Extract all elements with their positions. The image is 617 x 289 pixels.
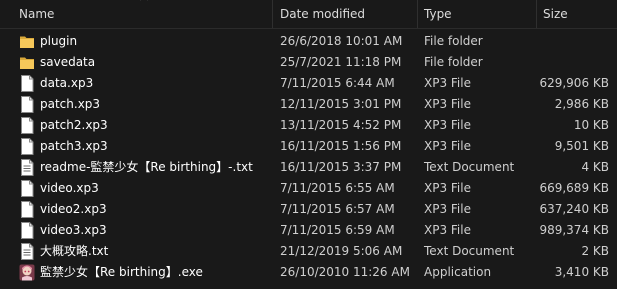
file-size: 637,240 KB [539,202,609,216]
file-name: 大概攻略.txt [40,244,109,258]
file-icon [19,75,35,92]
file-date-modified: 7/11/2015 6:57 AM [280,202,395,216]
file-name: patch.xp3 [40,97,101,111]
column-header-bar: Name Date modified Type Size [0,0,617,29]
file-size: 989,374 KB [539,223,609,237]
file-name: patch3.xp3 [40,139,108,153]
file-size: 3,410 KB [554,265,609,279]
file-type: XP3 File [424,76,471,90]
column-divider[interactable] [272,0,273,28]
file-type: XP3 File [424,181,471,195]
file-size: 669,689 KB [539,181,609,195]
file-type: XP3 File [424,97,471,111]
file-size: 10 KB [573,118,609,132]
file-icon [19,117,35,134]
file-row[interactable]: savedata 25/7/2021 11:18 PM File folder [0,52,617,73]
file-explorer: Name Date modified Type Size plugin 26/6/… [0,0,617,289]
file-date-modified: 21/12/2019 5:06 AM [280,244,403,258]
file-type: Text Document [424,160,515,174]
file-type: Text Document [424,244,515,258]
file-name: savedata [40,55,96,69]
sort-ascending-icon[interactable] [139,0,149,1]
file-icon [19,222,35,239]
folder-icon [19,54,35,71]
file-row[interactable]: patch.xp3 12/11/2015 3:01 PM XP3 File 2,986… [0,94,617,115]
file-date-modified: 7/11/2015 6:59 AM [280,223,395,237]
column-header-type[interactable]: Type [424,0,452,28]
file-row[interactable]: 大概攻略.txt 21/12/2019 5:06 AM Text Document 2… [0,241,617,262]
file-name: 監禁少女【Re birthing】.exe [40,265,203,279]
file-row[interactable]: video3.xp3 7/11/2015 6:59 AM XP3 File 989,3… [0,220,617,241]
file-date-modified: 26/6/2018 10:01 AM [280,34,403,48]
file-type: Application [424,265,492,279]
file-name: data.xp3 [40,76,94,90]
file-type: XP3 File [424,139,471,153]
file-date-modified: 25/7/2021 11:18 PM [280,55,402,69]
file-type: File folder [424,55,483,69]
column-header-date-modified[interactable]: Date modified [280,0,365,28]
file-row[interactable]: data.xp3 7/11/2015 6:44 AM XP3 File 629,906… [0,73,617,94]
file-list: plugin 26/6/2018 10:01 AM File folder saved… [0,31,617,283]
file-row[interactable]: video2.xp3 7/11/2015 6:57 AM XP3 File 637,2… [0,199,617,220]
column-divider[interactable] [417,0,418,28]
file-date-modified: 16/11/2015 3:37 PM [280,160,402,174]
file-row[interactable]: patch2.xp3 13/11/2015 4:52 PM XP3 File 10 K… [0,115,617,136]
column-divider[interactable] [536,0,537,28]
file-type: XP3 File [424,202,471,216]
file-icon [19,138,35,155]
file-type: XP3 File [424,223,471,237]
file-size: 2,986 KB [554,97,609,111]
file-name: plugin [40,34,78,48]
file-name: readme-監禁少女【Re birthing】-.txt [40,160,253,174]
file-name: video2.xp3 [40,202,107,216]
file-icon [19,201,35,218]
file-name: video.xp3 [40,181,99,195]
file-row[interactable]: plugin 26/6/2018 10:01 AM File folder [0,31,617,52]
file-name: patch2.xp3 [40,118,108,132]
file-size: 9,501 KB [554,139,609,153]
file-date-modified: 26/10/2010 11:26 AM [280,265,410,279]
text-document-icon [19,159,35,176]
file-row[interactable]: video.xp3 7/11/2015 6:55 AM XP3 File 669,68… [0,178,617,199]
column-header-size[interactable]: Size [543,0,568,28]
file-row[interactable]: readme-監禁少女【Re birthing】-.txt 16/11/2015 … [0,157,617,178]
file-date-modified: 13/11/2015 4:52 PM [280,118,402,132]
file-row[interactable]: patch3.xp3 16/11/2015 1:56 PM XP3 File 9,50… [0,136,617,157]
file-date-modified: 16/11/2015 1:56 PM [280,139,402,153]
application-icon [19,264,35,281]
file-size: 2 KB [581,244,609,258]
folder-icon [19,33,35,50]
file-type: XP3 File [424,118,471,132]
file-date-modified: 7/11/2015 6:55 AM [280,181,395,195]
file-icon [19,180,35,197]
file-size: 4 KB [581,160,609,174]
text-document-icon [19,243,35,260]
file-date-modified: 12/11/2015 3:01 PM [280,97,402,111]
column-header-name[interactable]: Name [19,0,54,28]
file-row[interactable]: 監禁少女【Re birthing】.exe 26/10/2010 11:26 AM… [0,262,617,283]
file-type: File folder [424,34,483,48]
file-date-modified: 7/11/2015 6:44 AM [280,76,395,90]
file-size: 629,906 KB [539,76,609,90]
file-icon [19,96,35,113]
file-name: video3.xp3 [40,223,107,237]
